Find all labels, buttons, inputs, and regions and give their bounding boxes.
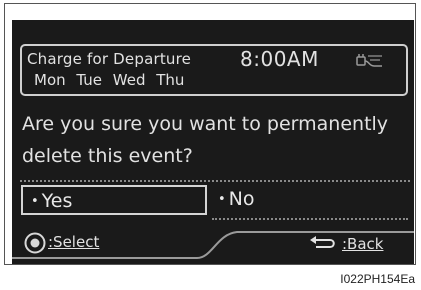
divider-top [20, 180, 410, 182]
event-days: Mon Tue Wed Thu [34, 71, 185, 89]
charging-plug-icon [356, 54, 382, 67]
no-button-label: No [228, 188, 255, 210]
yes-button[interactable]: • Yes [21, 185, 207, 215]
event-title: Charge for Departure [27, 50, 192, 68]
delete-confirmation-text: Are you sure you want to permanently del… [22, 113, 389, 167]
bullet-icon: • [31, 194, 39, 209]
back-button[interactable]: :Back [342, 235, 383, 253]
event-summary-card: Charge for Departure 8:00AM Mon Tue Wed … [20, 44, 408, 96]
return-arrow-icon[interactable] [308, 234, 338, 252]
yes-button-label: Yes [41, 190, 73, 212]
no-button[interactable]: • No [212, 185, 408, 215]
bullet-icon: • [218, 192, 226, 207]
dial-knob-icon [24, 232, 46, 254]
display-screen: Charge for Departure 8:00AM Mon Tue Wed … [12, 20, 414, 264]
image-code-caption: I022PH154Ea [340, 272, 415, 286]
select-label: :Select [48, 233, 100, 251]
event-time: 8:00AM [240, 47, 319, 71]
